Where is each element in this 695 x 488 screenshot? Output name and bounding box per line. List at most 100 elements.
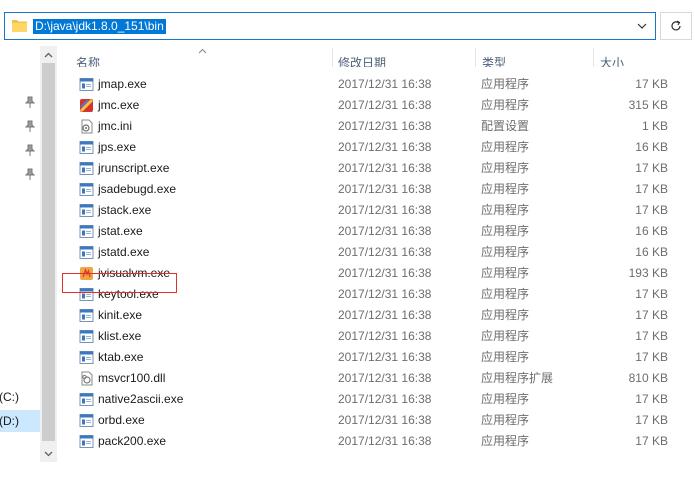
table-row[interactable]: kinit.exe 2017/12/31 16:38 应用程序 17 KB (57, 305, 695, 326)
file-type: 应用程序 (481, 98, 530, 112)
file-type: 应用程序 (481, 224, 530, 238)
file-type: 应用程序 (481, 77, 530, 91)
exe-icon (79, 329, 94, 344)
scroll-down-button[interactable] (40, 445, 57, 462)
file-date: 2017/12/31 16:38 (338, 308, 432, 322)
nav-drive-d[interactable]: (D:) (0, 410, 40, 432)
table-row[interactable]: jsadebugd.exe 2017/12/31 16:38 应用程序 17 KB (57, 179, 695, 200)
exe-icon (79, 434, 94, 449)
file-date: 2017/12/31 16:38 (338, 98, 432, 112)
file-type: 配置设置 (481, 119, 530, 133)
file-size: 17 KB (635, 350, 668, 364)
exe-icon (79, 140, 94, 155)
nav-drive-c[interactable]: (C:) (0, 386, 40, 408)
table-row[interactable]: jmc.exe 2017/12/31 16:38 应用程序 315 KB (57, 95, 695, 116)
file-type: 应用程序 (481, 203, 530, 217)
exe-icon (79, 182, 94, 197)
table-row[interactable]: jmc.ini 2017/12/31 16:38 配置设置 1 KB (57, 116, 695, 137)
pin-icon[interactable] (25, 144, 35, 156)
dll-icon (79, 371, 94, 386)
pin-icon[interactable] (25, 168, 35, 180)
scrollbar-thumb[interactable] (42, 63, 55, 441)
file-size: 17 KB (635, 434, 668, 448)
exe-icon (79, 308, 94, 323)
file-type: 应用程序 (481, 182, 530, 196)
drive-label: (C:) (0, 390, 19, 404)
file-name: jstatd.exe (98, 245, 150, 259)
table-row[interactable]: keytool.exe 2017/12/31 16:38 应用程序 17 KB (57, 284, 695, 305)
chevron-down-icon (44, 451, 53, 456)
file-date: 2017/12/31 16:38 (338, 119, 432, 133)
table-row[interactable]: jvisualvm.exe 2017/12/31 16:38 应用程序 193 KB (57, 263, 695, 284)
table-row[interactable]: klist.exe 2017/12/31 16:38 应用程序 17 KB (57, 326, 695, 347)
file-date: 2017/12/31 16:38 (338, 245, 432, 259)
address-bar[interactable]: D:\java\jdk1.8.0_151\bin (4, 12, 656, 40)
file-type: 应用程序 (481, 392, 530, 406)
file-type: 应用程序 (481, 140, 530, 154)
exe-icon (79, 245, 94, 260)
file-name: jmc.ini (98, 119, 133, 133)
file-name: klist.exe (98, 329, 142, 343)
file-name: pack200.exe (98, 434, 167, 448)
file-name: jmap.exe (98, 77, 147, 91)
toolbar: D:\java\jdk1.8.0_151\bin (0, 0, 695, 46)
file-name: kinit.exe (98, 308, 143, 322)
file-date: 2017/12/31 16:38 (338, 266, 432, 280)
address-path[interactable]: D:\java\jdk1.8.0_151\bin (33, 19, 166, 34)
table-row[interactable]: jrunscript.exe 2017/12/31 16:38 应用程序 17 KB (57, 158, 695, 179)
file-date: 2017/12/31 16:38 (338, 140, 432, 154)
file-date: 2017/12/31 16:38 (338, 182, 432, 196)
table-row[interactable]: orbd.exe 2017/12/31 16:38 应用程序 17 KB (57, 410, 695, 431)
file-date: 2017/12/31 16:38 (338, 329, 432, 343)
scroll-up-button[interactable] (40, 46, 57, 63)
file-size: 17 KB (635, 161, 668, 175)
file-date: 2017/12/31 16:38 (338, 287, 432, 301)
file-date: 2017/12/31 16:38 (338, 413, 432, 427)
file-size: 16 KB (635, 140, 668, 154)
table-row[interactable]: jstatd.exe 2017/12/31 16:38 应用程序 16 KB (57, 242, 695, 263)
file-name: jrunscript.exe (98, 161, 170, 175)
vertical-scrollbar[interactable] (40, 46, 57, 462)
table-row[interactable]: native2ascii.exe 2017/12/31 16:38 应用程序 17 K… (57, 389, 695, 410)
exe-icon (79, 392, 94, 407)
file-name: jps.exe (98, 140, 137, 154)
file-type: 应用程序 (481, 308, 530, 322)
exe-icon (79, 77, 94, 92)
refresh-button[interactable] (660, 12, 692, 40)
jmc-icon (79, 98, 94, 113)
file-size: 17 KB (635, 203, 668, 217)
pin-icon[interactable] (25, 96, 35, 108)
table-row[interactable]: ktab.exe 2017/12/31 16:38 应用程序 17 KB (57, 347, 695, 368)
file-size: 16 KB (635, 245, 668, 259)
table-row[interactable]: msvcr100.dll 2017/12/31 16:38 应用程序扩展 810 KB (57, 368, 695, 389)
file-size: 16 KB (635, 224, 668, 238)
file-size: 17 KB (635, 329, 668, 343)
file-date: 2017/12/31 16:38 (338, 77, 432, 91)
chevron-down-icon[interactable] (635, 19, 649, 33)
file-name: keytool.exe (98, 287, 159, 301)
exe-icon (79, 287, 94, 302)
table-row[interactable]: jstat.exe 2017/12/31 16:38 应用程序 16 KB (57, 221, 695, 242)
exe-icon (79, 203, 94, 218)
file-type: 应用程序 (481, 329, 530, 343)
file-size: 17 KB (635, 287, 668, 301)
file-name: orbd.exe (98, 413, 145, 427)
file-type: 应用程序 (481, 350, 530, 364)
file-date: 2017/12/31 16:38 (338, 392, 432, 406)
table-row[interactable]: pack200.exe 2017/12/31 16:38 应用程序 17 KB (57, 431, 695, 452)
file-date: 2017/12/31 16:38 (338, 434, 432, 448)
file-size: 17 KB (635, 182, 668, 196)
pin-icon[interactable] (25, 120, 35, 132)
file-size: 1 KB (641, 119, 668, 133)
file-size: 17 KB (635, 77, 668, 91)
file-date: 2017/12/31 16:38 (338, 371, 432, 385)
table-row[interactable]: jps.exe 2017/12/31 16:38 应用程序 16 KB (57, 137, 695, 158)
file-size: 193 KB (628, 266, 668, 280)
table-row-partial (57, 67, 695, 74)
refresh-icon (671, 20, 681, 31)
table-row[interactable]: jmap.exe 2017/12/31 16:38 应用程序 17 KB (57, 74, 695, 95)
file-size: 17 KB (635, 413, 668, 427)
table-row[interactable]: jstack.exe 2017/12/31 16:38 应用程序 17 KB (57, 200, 695, 221)
file-name: jstat.exe (98, 224, 143, 238)
jvisualvm-icon (79, 266, 94, 281)
